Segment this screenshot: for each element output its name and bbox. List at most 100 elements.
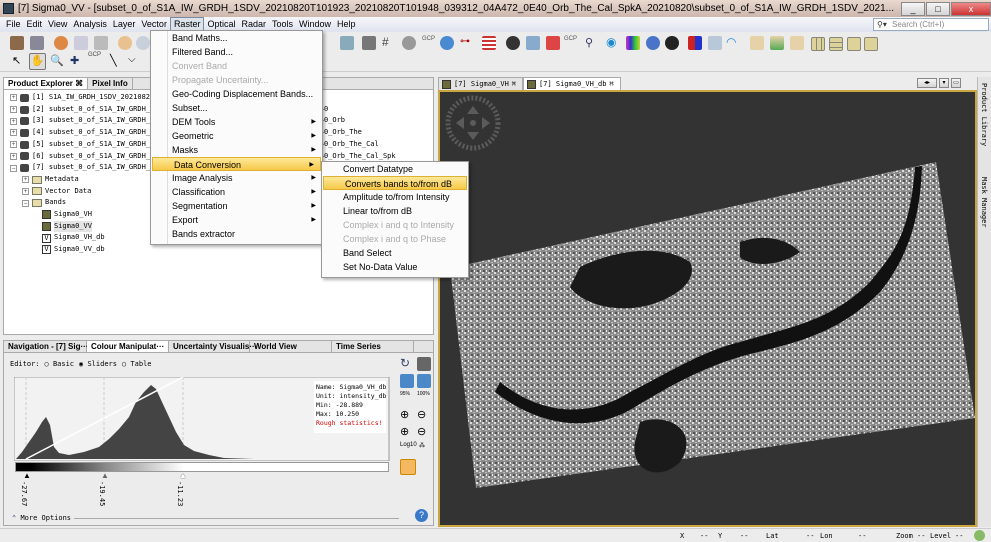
- reset-icon[interactable]: ↻: [400, 357, 414, 371]
- paste-icon[interactable]: [94, 36, 108, 50]
- slider-value[interactable]: -11.23: [176, 481, 184, 506]
- menu-item-linear-to-from-db[interactable]: Linear to/from dB: [322, 204, 468, 218]
- menu-item-data-conversion[interactable]: Data Conversion▶: [152, 157, 321, 171]
- eye-icon[interactable]: ◉: [606, 36, 620, 50]
- zoom-in-vertical-icon[interactable]: ⊕: [400, 408, 414, 422]
- menu-item-dem-tools[interactable]: DEM Tools▶: [151, 115, 322, 129]
- menu-item-subset[interactable]: Subset...: [151, 101, 322, 115]
- radio-basic[interactable]: ○ Basic: [45, 360, 75, 368]
- gcp-icon[interactable]: GCP: [564, 36, 578, 50]
- multi-apply-icon[interactable]: [417, 357, 431, 371]
- menu-item-geometric[interactable]: Geometric▶: [151, 129, 322, 143]
- menu-item-converts-bands-to-from-db[interactable]: Converts bands to/from dB: [323, 176, 467, 190]
- layers-icon[interactable]: [526, 36, 540, 50]
- export-icon[interactable]: [770, 36, 784, 50]
- zoom-out-horizontal-icon[interactable]: ⊖: [417, 425, 431, 439]
- maximize-button[interactable]: □: [926, 2, 950, 16]
- graph-icon[interactable]: ⊶: [460, 36, 474, 50]
- slider-handle-mid[interactable]: ▲: [101, 471, 109, 480]
- scroll-tabs-button[interactable]: ◂▸: [917, 78, 937, 88]
- info-toggle-icon[interactable]: [400, 459, 416, 475]
- mask-icon[interactable]: [546, 36, 560, 50]
- tile-grid-icon[interactable]: [847, 37, 861, 51]
- menu-file[interactable]: File: [3, 18, 24, 31]
- select-tool-icon[interactable]: ↖: [12, 54, 26, 68]
- gcp-tool-icon[interactable]: GCP: [88, 52, 102, 66]
- export-palette-icon[interactable]: [417, 374, 431, 388]
- gcp-manager-icon[interactable]: GCP: [422, 36, 436, 50]
- wave-icon[interactable]: ◠: [726, 36, 740, 50]
- grid-icon[interactable]: [482, 36, 496, 50]
- menu-item-band-select[interactable]: Band Select: [322, 246, 468, 260]
- tab-navigation[interactable]: Navigation - [7] Sig···: [4, 341, 87, 352]
- magic-wand-icon[interactable]: ⚲: [585, 36, 599, 50]
- tab-uncertainty[interactable]: Uncertainty Visualis···: [169, 341, 250, 352]
- menu-item-geo-coding-displacement-bands[interactable]: Geo-Coding Displacement Bands...: [151, 87, 322, 101]
- undo-icon[interactable]: [118, 36, 132, 50]
- menu-layer[interactable]: Layer: [110, 18, 139, 31]
- distribute-icon[interactable]: ⁂: [419, 442, 432, 456]
- side-tab-mask-manager[interactable]: Mask Manager: [980, 177, 988, 228]
- menu-item-export[interactable]: Export▶: [151, 213, 322, 227]
- tab-sigma0-vh-db[interactable]: [7] Sigma0_VH_db ⌘: [523, 77, 621, 90]
- slider-value[interactable]: -27.67: [20, 481, 28, 506]
- statistics-icon[interactable]: [506, 36, 520, 50]
- tile-horizontal-icon[interactable]: [811, 37, 825, 51]
- tab-time-series[interactable]: Time Series: [332, 341, 414, 352]
- log10-button[interactable]: Log10: [400, 442, 416, 456]
- pin-manager-icon[interactable]: [402, 36, 416, 50]
- menu-item-amplitude-to-from-intensity[interactable]: Amplitude to/from Intensity: [322, 190, 468, 204]
- tab-product-explorer[interactable]: Product Explorer ⌘: [4, 78, 88, 89]
- world-view-icon[interactable]: [646, 36, 660, 50]
- zoom-in-horizontal-icon[interactable]: ⊕: [400, 425, 414, 439]
- tile-single-icon[interactable]: [864, 37, 878, 51]
- maximize-viewer-button[interactable]: ▭: [951, 78, 961, 88]
- radio-table[interactable]: ○ Table: [122, 360, 152, 368]
- search-input[interactable]: ⚲▾Search (Ctrl+I): [873, 18, 989, 31]
- copy-icon[interactable]: [74, 36, 88, 50]
- more-options-toggle[interactable]: ⌃ More Options: [12, 514, 71, 522]
- radio-sliders[interactable]: ◉ Sliders: [79, 360, 117, 368]
- menu-edit[interactable]: Edit: [24, 18, 46, 31]
- image-canvas[interactable]: [438, 90, 977, 527]
- tab-colour-manipulation[interactable]: Colour Manipulat···: [87, 341, 169, 352]
- slider-handle-min[interactable]: ▲: [23, 471, 31, 480]
- tile-vertical-icon[interactable]: [829, 37, 843, 51]
- file-icon[interactable]: [790, 36, 804, 50]
- menu-item-image-analysis[interactable]: Image Analysis▶: [151, 171, 322, 185]
- import-palette-icon[interactable]: [400, 374, 414, 388]
- pan-tool-icon[interactable]: ✋: [29, 53, 46, 70]
- side-tab-product-library[interactable]: Product Library: [980, 83, 988, 146]
- menu-analysis[interactable]: Analysis: [70, 18, 110, 31]
- cut-icon[interactable]: [54, 36, 68, 50]
- zoom-out-vertical-icon[interactable]: ⊖: [417, 408, 431, 422]
- help-icon[interactable]: ?: [415, 509, 428, 522]
- range-95-icon[interactable]: 95%: [400, 391, 414, 405]
- graticule-icon[interactable]: #: [382, 36, 396, 50]
- close-button[interactable]: x: [951, 2, 991, 16]
- tab-world-view[interactable]: World View: [250, 341, 332, 352]
- open-product-icon[interactable]: [10, 36, 24, 50]
- menu-view[interactable]: View: [45, 18, 70, 31]
- slider-value[interactable]: -19.45: [98, 481, 106, 506]
- layer-icon[interactable]: [340, 36, 354, 50]
- redo-icon[interactable]: [136, 36, 150, 50]
- tab-sigma0-vh[interactable]: [7] Sigma0_VH ⌘: [438, 77, 523, 90]
- histogram-icon[interactable]: [626, 36, 640, 50]
- zoom-tool-icon[interactable]: 🔍: [50, 54, 64, 68]
- menu-item-segmentation[interactable]: Segmentation▶: [151, 199, 322, 213]
- range-100-icon[interactable]: 100%: [417, 391, 431, 405]
- slider-handle-max[interactable]: ▲: [179, 471, 187, 480]
- rgb-image-icon[interactable]: [688, 36, 702, 50]
- home-icon[interactable]: [362, 36, 376, 50]
- window-icon[interactable]: [708, 36, 722, 50]
- menu-item-bands-extractor[interactable]: Bands extractor: [151, 227, 322, 241]
- import-icon[interactable]: [750, 36, 764, 50]
- menu-item-convert-datatype[interactable]: Convert Datatype: [322, 162, 468, 176]
- menu-help[interactable]: Help: [334, 18, 359, 31]
- minimize-button[interactable]: _: [901, 2, 925, 16]
- menu-item-band-maths[interactable]: Band Maths...: [151, 31, 322, 45]
- world-map-icon[interactable]: [665, 36, 679, 50]
- globe-icon[interactable]: [974, 530, 985, 541]
- polyline-tool-icon[interactable]: ⌵: [128, 54, 142, 68]
